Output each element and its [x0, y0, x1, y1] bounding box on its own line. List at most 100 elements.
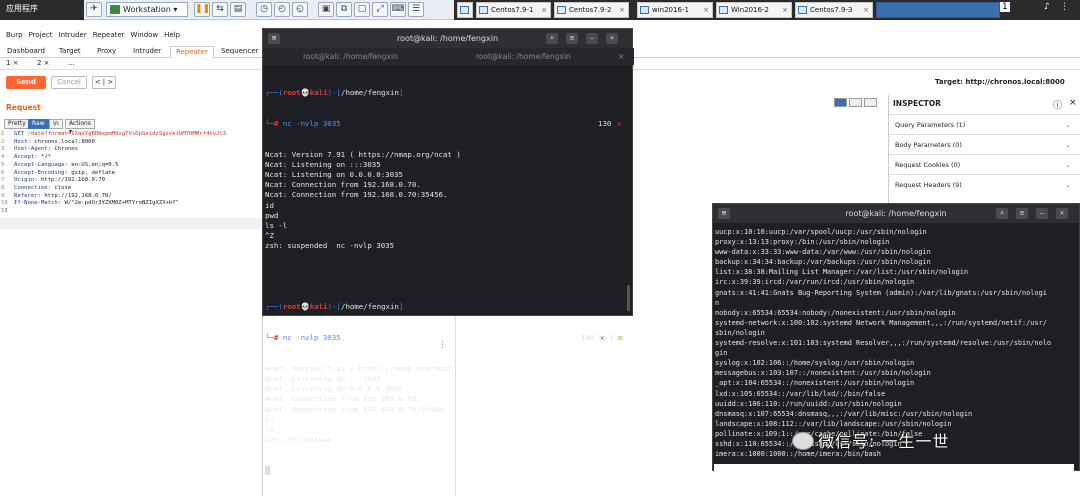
- revert-snapshot-icon[interactable]: ◴: [274, 2, 290, 17]
- terminal-subtab-2[interactable]: root@kali: /home/fengxin: [476, 48, 571, 65]
- line-number: 1: [1, 131, 5, 137]
- line-number: 7: [1, 177, 5, 184]
- applications-menu[interactable]: 应用程序: [6, 3, 38, 14]
- close-icon[interactable]: ×: [782, 3, 788, 17]
- terminal-icon[interactable]: ⌨: [390, 2, 406, 17]
- error-icon: ✕: [617, 119, 622, 129]
- prompt-line-2: ┌──(root💀kali)-[/home/fengxin]: [265, 302, 404, 312]
- scrollbar[interactable]: [627, 285, 630, 311]
- tab-intruder[interactable]: Intruder: [128, 46, 166, 58]
- close-icon[interactable]: ×: [619, 3, 625, 17]
- layout-split-icon[interactable]: [834, 98, 847, 107]
- target-label[interactable]: Target: http://chronos.local:8000: [935, 78, 1065, 86]
- new-tab-icon[interactable]: ⊞: [268, 33, 280, 44]
- notification-icon[interactable]: ⋮: [1060, 2, 1069, 12]
- close-icon[interactable]: ×: [1069, 98, 1077, 108]
- menu-repeater[interactable]: Repeater: [93, 31, 125, 39]
- inspector-query-params[interactable]: Query Parameters (1) ⌄: [889, 114, 1080, 134]
- vm-tab-centos-1[interactable]: Centos7.9-1 ×: [476, 2, 551, 18]
- request-title: Request: [6, 103, 41, 112]
- menu-project[interactable]: Project: [29, 31, 53, 39]
- close-icon[interactable]: ×: [618, 48, 624, 65]
- cancel-button[interactable]: Cancel: [51, 76, 87, 89]
- close-icon[interactable]: ×: [541, 3, 547, 17]
- chevron-down-icon: ⌄: [1065, 141, 1071, 149]
- line-number: 2: [1, 138, 5, 145]
- stretch-icon[interactable]: ⤢: [372, 2, 388, 17]
- volume-icon[interactable]: ♪: [1044, 2, 1050, 12]
- line-number: 12: [1, 208, 8, 215]
- request-line: 7 Origin: http://192.168.0.70: [0, 177, 262, 185]
- header-value: close: [54, 184, 72, 191]
- vm-list-icon[interactable]: ☰: [408, 2, 424, 17]
- close-icon[interactable]: ×: [863, 3, 869, 17]
- history-nav-buttons[interactable]: < | >: [92, 76, 116, 89]
- snapshot-icon[interactable]: ◷: [256, 2, 272, 17]
- vm-tab-win2016-2[interactable]: Win2016-2 ×: [716, 2, 792, 18]
- search-icon[interactable]: ⌕: [546, 33, 558, 44]
- menu-burp[interactable]: Burp: [6, 31, 23, 39]
- header-key: Referer:: [14, 192, 45, 199]
- home-tab[interactable]: [457, 2, 473, 18]
- repeater-tab-2[interactable]: 2 ×: [37, 59, 50, 67]
- menu-icon[interactable]: ≡: [1016, 208, 1028, 219]
- tab-pretty[interactable]: Pretty: [4, 119, 30, 129]
- tab-dashboard[interactable]: Dashboard: [2, 46, 50, 58]
- actions-dropdown[interactable]: Actions ▾: [65, 119, 95, 135]
- menu-help[interactable]: Help: [164, 31, 180, 39]
- vm-tab-active[interactable]: [876, 2, 1000, 18]
- header-value: */*: [40, 154, 52, 161]
- request-editor[interactable]: 1 GET /date?format=IXqeYgBDNepmM9vgTV+DpG…: [0, 131, 262, 231]
- command-line-1: └─# nc -nvlp 3035 130 ✕: [265, 119, 622, 129]
- session-2-output: Ncat: Version 7.91 ( https://nmap.org/nc…: [265, 363, 461, 445]
- minimize-icon[interactable]: –: [586, 33, 598, 44]
- menu-icon[interactable]: ≡: [566, 33, 578, 44]
- tab-target[interactable]: Target: [54, 46, 86, 58]
- line-number: 5: [1, 161, 5, 168]
- send-button[interactable]: Send: [6, 76, 46, 89]
- inspector-body-params[interactable]: Body Parameters (0) ⌄: [889, 134, 1080, 154]
- terminal-window-1[interactable]: root@kali: /home/fengxin ⊞ ⌕ ≡ – × root@…: [262, 28, 634, 475]
- tab-sequencer[interactable]: Sequencer: [216, 46, 263, 58]
- header-key: If-None-Match:: [14, 200, 65, 207]
- inspector-request-cookies[interactable]: Request Cookies (0) ⌄: [889, 154, 1080, 174]
- workspace-number[interactable]: 1: [1000, 2, 1010, 12]
- layout-single-icon[interactable]: [864, 98, 877, 107]
- fullscreen-icon[interactable]: ▣: [318, 2, 334, 17]
- console-view-icon[interactable]: ▢: [354, 2, 370, 17]
- terminal-2-input-line[interactable]: [714, 464, 1074, 472]
- close-icon[interactable]: ×: [606, 33, 618, 44]
- request-line: 2 Host: chronos.local:8000: [0, 139, 262, 147]
- vm-icon: [479, 6, 488, 14]
- tab-proxy[interactable]: Proxy: [92, 46, 121, 58]
- search-icon[interactable]: ⌕: [996, 208, 1008, 219]
- library-icon[interactable]: ▤: [230, 2, 246, 17]
- inspector-request-headers[interactable]: Request Headers (9) ⌄: [889, 174, 1080, 194]
- menu-window[interactable]: Window: [131, 31, 159, 39]
- vm-tab-centos-3[interactable]: Centos7.9-3 ×: [795, 2, 873, 18]
- tab-raw[interactable]: Raw: [28, 119, 49, 129]
- terminal-1-subtabs: root@kali: /home/fengxin root@kali: /hom…: [263, 48, 634, 65]
- help-icon[interactable]: ⓘ: [1053, 98, 1062, 111]
- pin-icon[interactable]: ✈: [86, 2, 102, 17]
- vm-tab-centos-2[interactable]: Centos7.9-2 ×: [554, 2, 629, 18]
- pause-icon[interactable]: ❚❚: [194, 2, 210, 17]
- tab-repeater[interactable]: Repeater: [170, 46, 214, 58]
- vm-tab-win2016-1[interactable]: win2016-1 ×: [637, 2, 713, 18]
- snapshot-manager-icon[interactable]: ◵: [292, 2, 308, 17]
- unity-icon[interactable]: ⧉: [336, 2, 352, 17]
- header-value: W/"2e-pdOr3YZXM0Z+MTYroNZIgXZX+bY": [64, 200, 180, 207]
- new-tab-icon[interactable]: ⊞: [718, 208, 730, 219]
- send-keys-icon[interactable]: ⇆: [212, 2, 228, 17]
- close-icon[interactable]: ×: [1056, 208, 1068, 219]
- tab-newline[interactable]: \n: [49, 119, 63, 129]
- layout-horizontal-icon[interactable]: [849, 98, 862, 107]
- repeater-tab-1[interactable]: 1 ×: [6, 59, 19, 67]
- watermark: 微信号: 一生一世: [818, 432, 950, 451]
- workstation-menu[interactable]: Workstation ▾: [106, 2, 188, 17]
- close-icon[interactable]: ×: [703, 3, 709, 17]
- repeater-tab-more[interactable]: ...: [68, 59, 75, 67]
- minimize-icon[interactable]: –: [1036, 208, 1048, 219]
- terminal-subtab-1[interactable]: root@kali: /home/fengxin: [303, 48, 398, 65]
- menu-intruder[interactable]: Intruder: [59, 31, 87, 39]
